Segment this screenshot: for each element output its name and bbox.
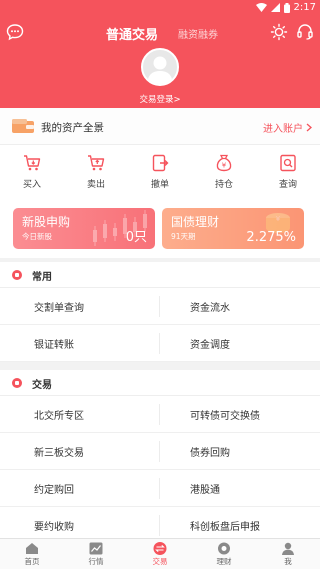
trade-grid: 北交所专区 可转债可交换债 新三板交易 债券回购 约定购回 港股通 要约收购 科…	[0, 396, 320, 544]
quick-sell-label: 卖出	[86, 180, 105, 190]
section-header-common: 常用	[0, 262, 320, 288]
headset-icon[interactable]	[296, 23, 314, 41]
menu-item-neeq-trade[interactable]: 新三板交易	[34, 444, 84, 459]
column-divider	[159, 441, 160, 462]
menu-item-tender-offer[interactable]: 要约收购	[34, 518, 74, 533]
tab-margin-trade[interactable]: 融资融券	[178, 26, 218, 41]
sell-cart-icon	[88, 155, 105, 171]
promo-cards: 新股申购 今日新股 0只 ¥ 国债理财 91天期 2.275%	[0, 199, 320, 258]
tab-home[interactable]: 首页	[0, 539, 64, 569]
battery-icon	[283, 2, 290, 13]
tab-wealth[interactable]: 理财	[192, 539, 256, 569]
section-title-trade: 交易	[32, 380, 52, 391]
menu-item-bank-transfer[interactable]: 银证转账	[34, 336, 74, 351]
svg-text:¥: ¥	[276, 215, 281, 223]
ipo-card-value: 0只	[125, 230, 147, 245]
chevron-right-icon	[306, 123, 312, 132]
profile-icon	[282, 542, 294, 555]
menu-item-agreed-repurchase[interactable]: 约定购回	[34, 481, 74, 496]
quick-buy-button[interactable]: 买入	[0, 145, 64, 199]
column-divider	[159, 333, 160, 354]
grid-row: 交割单查询 资金流水	[0, 288, 320, 325]
column-divider	[159, 478, 160, 499]
asset-overview-bar[interactable]: 我的资产全景 进入账户	[0, 108, 320, 145]
menu-item-convertible-bonds[interactable]: 可转债可交换债	[190, 407, 260, 422]
common-grid: 交割单查询 资金流水 银证转账 资金调度	[0, 288, 320, 362]
quick-actions: 买入 卖出 撤单 ¥ 持仓 查询	[0, 145, 320, 199]
bond-card-subtitle: 91天期	[171, 232, 196, 241]
buy-cart-icon	[24, 155, 41, 171]
menu-item-fund-flow[interactable]: 资金流水	[190, 299, 230, 314]
column-divider	[159, 296, 160, 317]
ipo-card-title: 新股申购	[22, 215, 71, 229]
menu-item-bond-repo[interactable]: 债券回购	[190, 444, 230, 459]
user-silhouette-icon	[147, 56, 173, 84]
tab-me-label: 我	[284, 557, 292, 566]
wifi-icon	[255, 3, 267, 12]
bottom-tab-bar: 首页 行情 交易 理财 我	[0, 538, 320, 569]
tab-wealth-label: 理财	[216, 557, 232, 566]
common-section-icon	[12, 270, 22, 280]
grid-row: 银证转账 资金调度	[0, 325, 320, 362]
section-title-common: 常用	[32, 272, 52, 283]
trade-section-icon	[12, 378, 22, 388]
quick-position-button[interactable]: ¥ 持仓	[192, 145, 256, 199]
signal-icon	[270, 3, 280, 12]
home-icon	[26, 543, 38, 554]
menu-item-hk-connect[interactable]: 港股通	[190, 481, 220, 496]
tab-me[interactable]: 我	[256, 539, 320, 569]
wealth-icon	[218, 542, 230, 555]
status-bar: 2:17	[0, 0, 320, 16]
svg-text:¥: ¥	[222, 162, 227, 170]
bond-card-value: 2.275%	[246, 230, 296, 245]
column-divider	[159, 515, 160, 536]
quick-cancel-label: 撤单	[150, 180, 169, 190]
quick-position-label: 持仓	[214, 180, 233, 190]
quick-sell-button[interactable]: 卖出	[64, 145, 128, 199]
cancel-order-icon	[152, 154, 169, 172]
ipo-subscribe-card[interactable]: 新股申购 今日新股 0只	[13, 208, 155, 249]
menu-item-star-after-hours[interactable]: 科创板盘后申报	[190, 518, 260, 533]
trade-header: 普通交易 融资融券 交易登录>	[0, 16, 320, 108]
ipo-card-subtitle: 今日新股	[22, 232, 52, 241]
tab-home-label: 首页	[24, 557, 40, 566]
avatar[interactable]	[141, 48, 179, 86]
enter-account-label: 进入账户	[263, 124, 303, 135]
enter-account-button[interactable]: 进入账户	[263, 120, 312, 135]
tab-trade[interactable]: 交易	[128, 539, 192, 569]
tab-market[interactable]: 行情	[64, 539, 128, 569]
quick-query-button[interactable]: 查询	[256, 145, 320, 199]
trade-login-link[interactable]: 交易登录>	[0, 93, 320, 105]
tab-normal-trade[interactable]: 普通交易	[106, 24, 158, 43]
brightness-icon[interactable]	[270, 23, 288, 41]
menu-item-bse-zone[interactable]: 北交所专区	[34, 407, 84, 422]
chat-bubble-icon[interactable]	[6, 23, 24, 41]
market-chart-icon	[89, 542, 103, 555]
grid-row: 北交所专区 可转债可交换债	[0, 396, 320, 433]
query-icon	[280, 154, 296, 172]
menu-item-fund-dispatch[interactable]: 资金调度	[190, 336, 230, 351]
quick-query-label: 查询	[278, 180, 297, 190]
status-time: 2:17	[293, 2, 316, 13]
bond-card-title: 国债理财	[171, 215, 220, 229]
asset-overview-label: 我的资产全景	[41, 122, 104, 134]
tab-market-label: 行情	[88, 557, 104, 566]
column-divider	[159, 404, 160, 425]
grid-row: 约定购回 港股通	[0, 470, 320, 507]
grid-row: 新三板交易 债券回购	[0, 433, 320, 470]
wallet-icon	[12, 119, 34, 133]
money-bag-icon: ¥	[216, 154, 232, 172]
section-header-trade: 交易	[0, 370, 320, 396]
trade-icon	[153, 542, 167, 555]
quick-buy-label: 买入	[22, 180, 41, 190]
menu-item-settlement-query[interactable]: 交割单查询	[34, 299, 84, 314]
quick-cancel-button[interactable]: 撤单	[128, 145, 192, 199]
treasury-bond-card[interactable]: ¥ 国债理财 91天期 2.275%	[162, 208, 304, 249]
tab-trade-label: 交易	[152, 557, 168, 566]
